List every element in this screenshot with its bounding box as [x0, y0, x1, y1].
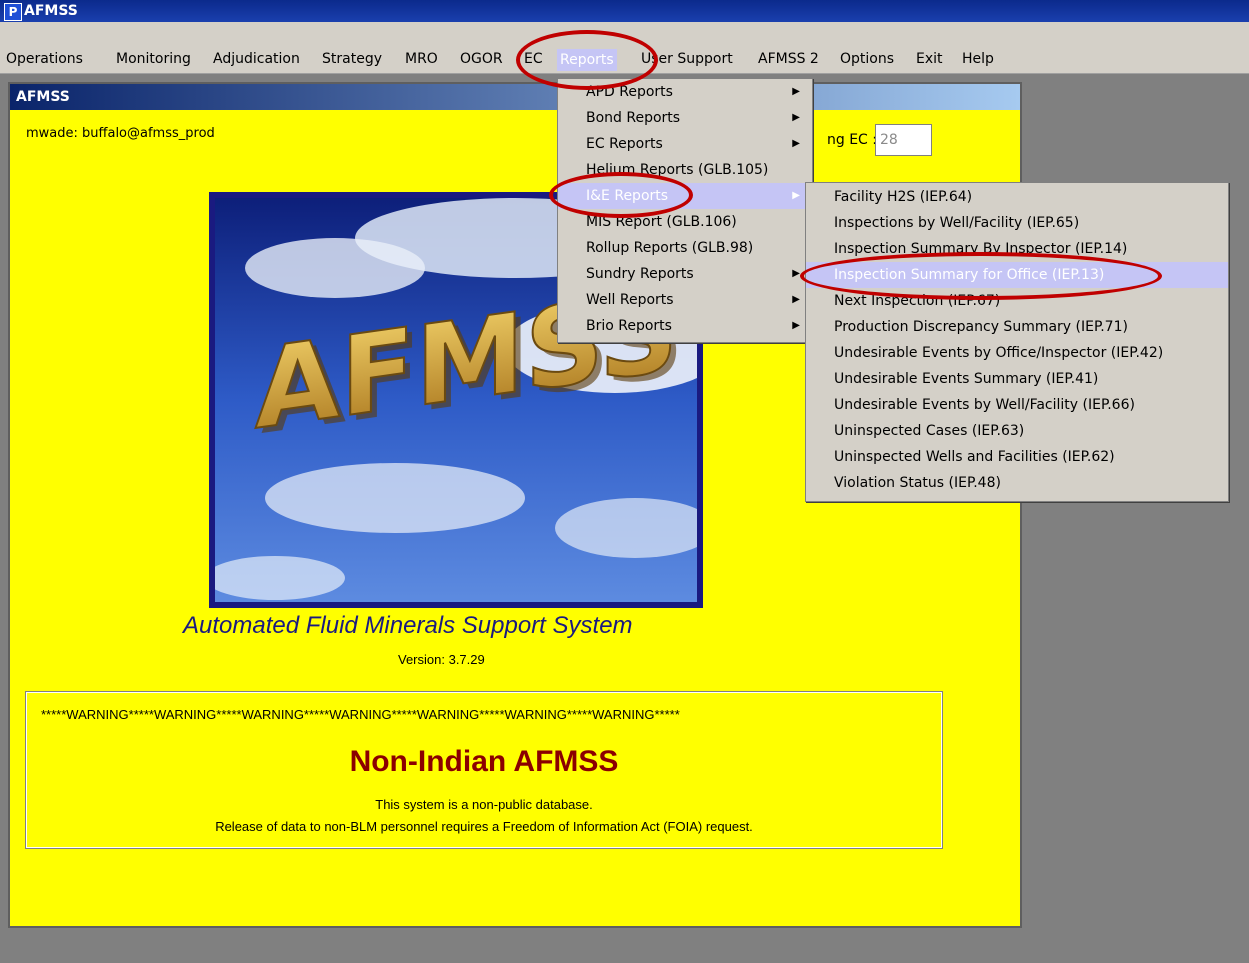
menu-afmss-2[interactable]: AFMSS 2 — [758, 51, 819, 67]
menu-item-label: Violation Status (IEP.48) — [834, 475, 1001, 491]
toolbar-area — [0, 22, 1249, 48]
submenu-arrow-icon: ▶ — [792, 320, 800, 331]
menu-item-inspection-summary-office[interactable]: Inspection Summary for Office (IEP.13) — [806, 262, 1228, 288]
reports-dropdown-menu: APD Reports ▶ Bond Reports ▶ EC Reports ▶ H… — [557, 78, 813, 343]
mdi-background — [0, 928, 1249, 963]
menu-operations[interactable]: Operations — [6, 51, 83, 67]
menu-item-label: I&E Reports — [586, 188, 669, 204]
menu-item-uninspected-cases[interactable]: Uninspected Cases (IEP.63) — [806, 418, 1228, 444]
submenu-arrow-icon: ▶ — [792, 268, 800, 279]
child-window-title: AFMSS — [10, 84, 1020, 110]
menu-item-label: Inspection Summary By Inspector (IEP.14) — [834, 241, 1128, 257]
submenu-arrow-icon: ▶ — [792, 138, 800, 149]
menu-item-rollup-reports[interactable]: Rollup Reports (GLB.98) — [558, 235, 812, 261]
menu-item-label: MIS Report (GLB.106) — [586, 214, 737, 230]
menu-item-apd-reports[interactable]: APD Reports ▶ — [558, 79, 812, 105]
menu-adjudication[interactable]: Adjudication — [213, 51, 300, 67]
menu-item-label: Well Reports — [586, 292, 674, 308]
ec-label: ng EC : — [827, 132, 877, 148]
menu-item-label: Rollup Reports (GLB.98) — [586, 240, 754, 256]
menu-item-production-discrepancy[interactable]: Production Discrepancy Summary (IEP.71) — [806, 314, 1228, 340]
menu-item-ie-reports[interactable]: I&E Reports ▶ — [558, 183, 812, 209]
app-title: AFMSS — [24, 3, 78, 19]
menu-item-label: Bond Reports — [586, 110, 681, 126]
warning-title: Non-Indian AFMSS — [349, 745, 619, 778]
submenu-arrow-icon: ▶ — [792, 112, 800, 123]
menu-item-inspection-summary-inspector[interactable]: Inspection Summary By Inspector (IEP.14) — [806, 236, 1228, 262]
menu-item-violation-status[interactable]: Violation Status (IEP.48) — [806, 470, 1228, 496]
menu-strategy[interactable]: Strategy — [322, 51, 382, 67]
menu-item-label: Helium Reports (GLB.105) — [586, 162, 769, 178]
menu-item-next-inspection[interactable]: Next Inspection (IEP.67) — [806, 288, 1228, 314]
warning-line-2: Release of data to non-BLM personnel req… — [215, 819, 753, 834]
menu-item-label: Undesirable Events by Office/Inspector (… — [834, 345, 1164, 361]
menu-item-undesirable-events-office[interactable]: Undesirable Events by Office/Inspector (… — [806, 340, 1228, 366]
menu-exit[interactable]: Exit — [916, 51, 943, 67]
menu-item-helium-reports[interactable]: Helium Reports (GLB.105) — [558, 157, 812, 183]
app-title-bar: P AFMSS — [0, 0, 1249, 22]
menu-item-undesirable-events-well[interactable]: Undesirable Events by Well/Facility (IEP… — [806, 392, 1228, 418]
application-name: Automated Fluid Minerals Support System — [183, 612, 633, 639]
menu-item-label: Undesirable Events by Well/Facility (IEP… — [834, 397, 1135, 413]
menu-reports[interactable]: Reports — [557, 49, 617, 71]
menu-item-inspections-by-well[interactable]: Inspections by Well/Facility (IEP.65) — [806, 210, 1228, 236]
menu-item-facility-h2s[interactable]: Facility H2S (IEP.64) — [806, 184, 1228, 210]
menu-bar: Operations Monitoring Adjudication Strat… — [0, 48, 1249, 74]
menu-item-label: Sundry Reports — [586, 266, 694, 282]
ec-input[interactable]: 28 — [875, 124, 932, 156]
menu-item-bond-reports[interactable]: Bond Reports ▶ — [558, 105, 812, 131]
submenu-arrow-icon: ▶ — [792, 86, 800, 97]
menu-item-label: Brio Reports — [586, 318, 672, 334]
warning-panel: *****WARNING*****WARNING*****WARNING****… — [25, 691, 943, 849]
menu-ogor[interactable]: OGOR — [460, 51, 503, 67]
app-icon: P — [4, 3, 22, 21]
user-login-label: mwade: buffalo@afmss_prod — [26, 126, 215, 141]
menu-ec[interactable]: EC — [524, 51, 543, 67]
menu-item-label: EC Reports — [586, 136, 663, 152]
menu-item-well-reports[interactable]: Well Reports ▶ — [558, 287, 812, 313]
menu-help[interactable]: Help — [962, 51, 994, 67]
menu-item-label: Facility H2S (IEP.64) — [834, 189, 973, 205]
menu-monitoring[interactable]: Monitoring — [116, 51, 191, 67]
menu-item-undesirable-events-summary[interactable]: Undesirable Events Summary (IEP.41) — [806, 366, 1228, 392]
menu-item-label: APD Reports — [586, 84, 673, 100]
menu-item-label: Next Inspection (IEP.67) — [834, 293, 1001, 309]
menu-item-label: Inspection Summary for Office (IEP.13) — [834, 267, 1105, 283]
ie-reports-submenu: Facility H2S (IEP.64) Inspections by Wel… — [805, 182, 1229, 502]
menu-item-ec-reports[interactable]: EC Reports ▶ — [558, 131, 812, 157]
menu-item-label: Uninspected Wells and Facilities (IEP.62… — [834, 449, 1115, 465]
submenu-arrow-icon: ▶ — [792, 294, 800, 305]
menu-item-label: Production Discrepancy Summary (IEP.71) — [834, 319, 1128, 335]
menu-item-mis-report[interactable]: MIS Report (GLB.106) — [558, 209, 812, 235]
warning-banner: *****WARNING*****WARNING*****WARNING****… — [41, 707, 680, 722]
warning-line-1: This system is a non-public database. — [375, 797, 593, 812]
menu-item-label: Inspections by Well/Facility (IEP.65) — [834, 215, 1080, 231]
menu-item-uninspected-wells[interactable]: Uninspected Wells and Facilities (IEP.62… — [806, 444, 1228, 470]
version-label: Version: 3.7.29 — [398, 652, 485, 667]
menu-item-label: Undesirable Events Summary (IEP.41) — [834, 371, 1099, 387]
menu-item-label: Uninspected Cases (IEP.63) — [834, 423, 1025, 439]
submenu-arrow-icon: ▶ — [792, 190, 800, 201]
menu-item-sundry-reports[interactable]: Sundry Reports ▶ — [558, 261, 812, 287]
menu-mro[interactable]: MRO — [405, 51, 438, 67]
menu-item-brio-reports[interactable]: Brio Reports ▶ — [558, 313, 812, 339]
menu-user-support[interactable]: User Support — [641, 51, 733, 67]
menu-options[interactable]: Options — [840, 51, 894, 67]
